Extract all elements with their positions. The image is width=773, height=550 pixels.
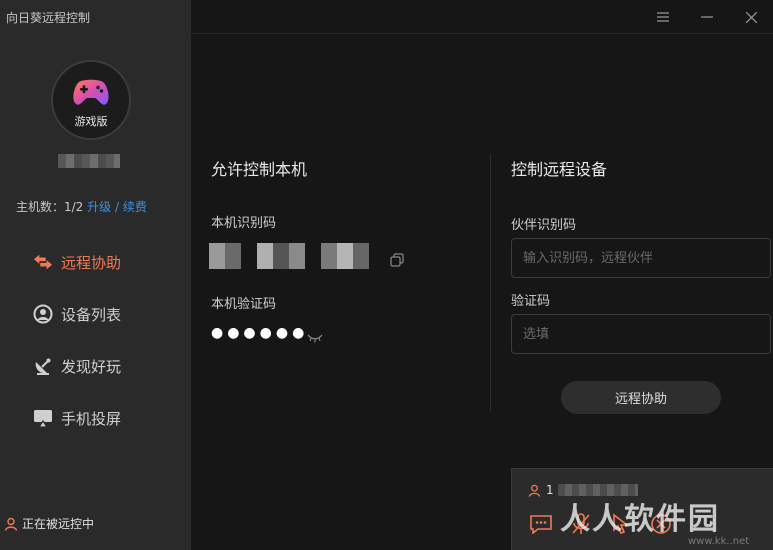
menu-button[interactable] bbox=[641, 0, 685, 34]
screen-cast-icon bbox=[33, 408, 53, 428]
allow-control-title: 允许控制本机 bbox=[211, 160, 308, 179]
partner-id-label: 伙伴识别码 bbox=[511, 218, 577, 233]
disconnect-icon bbox=[651, 514, 671, 534]
watermark-url: www.kk..net bbox=[688, 536, 750, 547]
disconnect-button[interactable] bbox=[648, 511, 674, 537]
voice-button[interactable] bbox=[568, 511, 594, 537]
session-user-masked bbox=[557, 484, 638, 496]
sidebar-item-remote-assist[interactable]: 远程协助 bbox=[0, 236, 191, 288]
copy-icon[interactable] bbox=[390, 252, 404, 271]
minimize-button[interactable] bbox=[685, 0, 729, 34]
app-title: 向日葵远程控制 bbox=[6, 11, 91, 25]
sidebar: 向日葵远程控制 游戏版 主机数：1/2 升级 / 续费 远程协助 设备列表 发现… bbox=[0, 0, 191, 550]
chat-icon bbox=[530, 515, 552, 534]
remote-status-text: 正在被远控中 bbox=[22, 517, 95, 531]
session-user: 1 bbox=[528, 483, 638, 497]
sidebar-item-label: 手机投屏 bbox=[61, 409, 122, 428]
user-icon bbox=[4, 517, 18, 531]
control-remote-title: 控制远程设备 bbox=[511, 160, 608, 179]
verify-code-input[interactable] bbox=[511, 314, 771, 354]
sidebar-item-screen-cast[interactable]: 手机投屏 bbox=[0, 392, 191, 444]
gamepad-icon bbox=[73, 79, 109, 105]
user-icon bbox=[528, 484, 541, 497]
app-logo: 游戏版 bbox=[51, 60, 131, 140]
sidebar-item-discover[interactable]: 发现好玩 bbox=[0, 340, 191, 392]
remote-status: 正在被远控中 bbox=[4, 515, 94, 532]
hamburger-icon bbox=[657, 12, 669, 22]
partner-id-input[interactable] bbox=[511, 238, 771, 278]
cursor-icon bbox=[613, 513, 630, 534]
close-button[interactable] bbox=[729, 0, 773, 34]
microphone-icon bbox=[572, 513, 590, 534]
device-list-icon bbox=[33, 304, 53, 324]
mouse-control-button[interactable] bbox=[608, 511, 634, 537]
window-controls bbox=[641, 0, 773, 34]
remote-assist-button[interactable]: 远程协助 bbox=[561, 381, 721, 414]
minimize-icon bbox=[701, 16, 713, 18]
upgrade-link[interactable]: 升级 bbox=[87, 200, 111, 214]
logo-label: 游戏版 bbox=[74, 115, 108, 128]
swap-arrows-icon bbox=[33, 252, 53, 272]
app-window: 向日葵远程控制 游戏版 主机数：1/2 升级 / 续费 远程协助 设备列表 发现… bbox=[0, 0, 773, 550]
host-count-label: 主机数：1/2 bbox=[16, 200, 84, 214]
link-separator: / bbox=[115, 200, 120, 214]
local-id-masked bbox=[209, 243, 369, 269]
sidebar-item-device-list[interactable]: 设备列表 bbox=[0, 288, 191, 340]
username-masked bbox=[58, 154, 120, 168]
sidebar-item-label: 远程协助 bbox=[61, 253, 122, 272]
local-code-label: 本机验证码 bbox=[211, 297, 277, 312]
chat-button[interactable] bbox=[528, 511, 554, 537]
close-icon bbox=[745, 11, 757, 23]
section-divider bbox=[490, 154, 491, 412]
session-toolbar bbox=[528, 511, 674, 537]
host-count: 主机数：1/2 升级 / 续费 bbox=[16, 198, 147, 215]
local-code-masked: ●●●●●● bbox=[211, 325, 309, 341]
local-id-label: 本机识别码 bbox=[211, 216, 277, 231]
eye-closed-icon[interactable] bbox=[307, 328, 323, 347]
sidebar-nav: 远程协助 设备列表 发现好玩 手机投屏 bbox=[0, 236, 191, 444]
sidebar-item-label: 发现好玩 bbox=[61, 357, 122, 376]
renew-link[interactable]: 续费 bbox=[123, 200, 147, 214]
satellite-dish-icon bbox=[33, 356, 53, 376]
session-user-prefix: 1 bbox=[546, 483, 554, 497]
sidebar-item-label: 设备列表 bbox=[61, 305, 122, 324]
verify-code-label: 验证码 bbox=[511, 294, 551, 309]
